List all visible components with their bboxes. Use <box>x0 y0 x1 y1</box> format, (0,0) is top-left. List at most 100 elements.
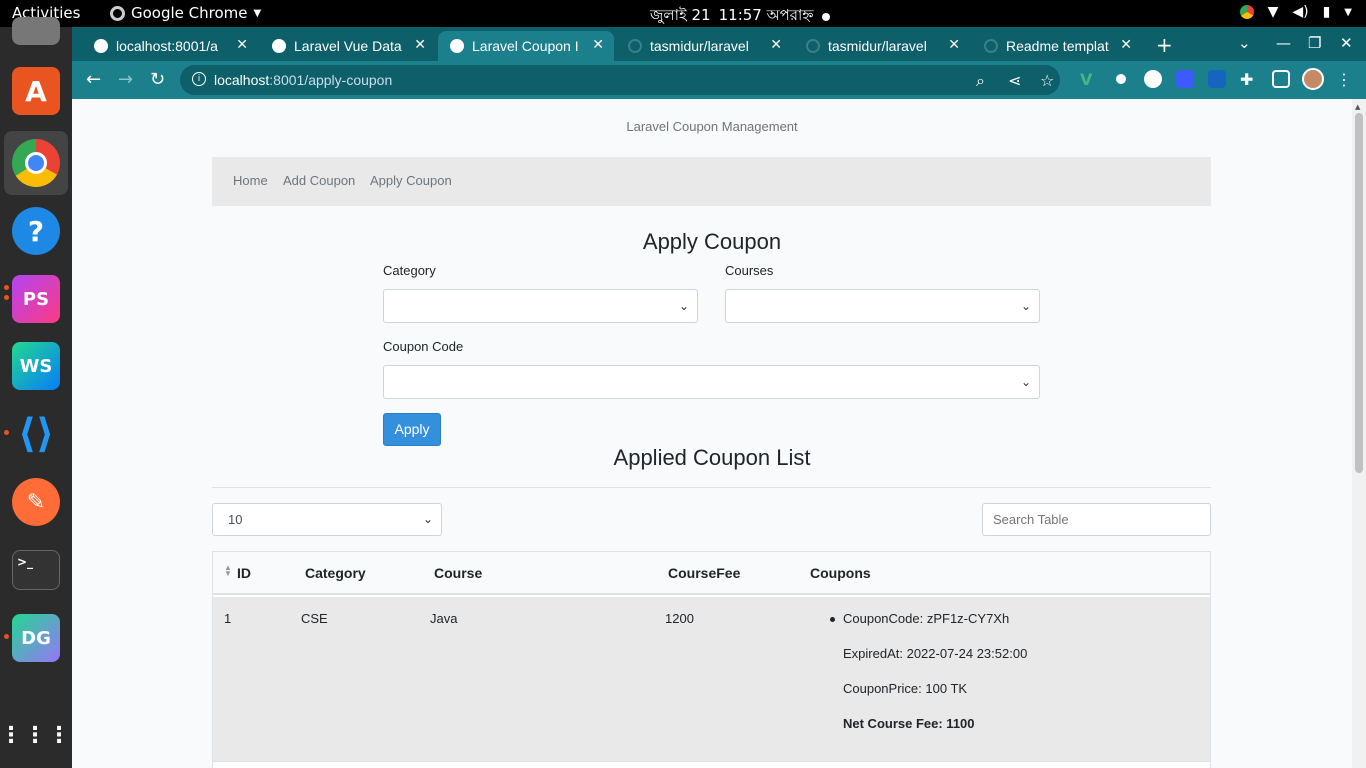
volume-icon: ◀) <box>1292 4 1309 20</box>
cell-coursefee: 1200 <box>665 611 694 626</box>
clock[interactable]: জুলাই 21 11:57 অপরাহ্ন <box>650 4 830 29</box>
browser-toolbar: ← → ↻ i localhost:8001/apply-coupon ⌕ ⋖ … <box>72 61 1366 99</box>
files-dock-icon[interactable] <box>12 17 60 45</box>
column-header-category[interactable]: Category <box>305 565 366 581</box>
browser-tab[interactable]: Readme templat ✕ <box>972 31 1142 61</box>
help-icon[interactable]: ? <box>12 207 60 255</box>
browser-tab[interactable]: tasmidur/laravel ✕ <box>616 31 792 61</box>
column-header-course[interactable]: Course <box>434 565 482 581</box>
page-scrollbar[interactable]: ▲ <box>1352 99 1366 768</box>
github-icon <box>628 39 642 53</box>
chevron-down-icon: ⌄ <box>422 512 433 526</box>
globe-icon <box>94 39 108 53</box>
running-indicator <box>4 295 9 300</box>
wifi-icon: ▼ <box>1267 4 1279 20</box>
sort-icon[interactable]: ▲ ▼ <box>224 564 232 578</box>
app-name: Google Chrome <box>131 4 248 22</box>
courses-select[interactable]: ⌄ <box>725 289 1040 323</box>
battery-icon: ▮ <box>1322 4 1331 20</box>
share-icon[interactable]: ⋖ <box>1008 71 1021 90</box>
info-icon[interactable]: i <box>192 72 206 86</box>
maximize-button[interactable]: ❐ <box>1308 34 1321 52</box>
category-select[interactable]: ⌄ <box>383 289 698 323</box>
webstorm-icon[interactable]: WS <box>12 342 60 390</box>
browser-tab[interactable]: tasmidur/laravel ✕ <box>794 31 970 61</box>
expired-at-text: ExpiredAt: 2022-07-24 23:52:00 <box>843 646 1028 661</box>
table-header: ▲ ▼ ID Category Course CourseFee Coupons <box>213 552 1210 595</box>
close-icon[interactable]: ✕ <box>592 36 604 53</box>
per-page-select[interactable]: 10 ⌄ <box>212 503 442 536</box>
url-text[interactable]: localhost:8001/apply-coupon <box>214 72 392 88</box>
bookmark-star-icon[interactable]: ☆ <box>1040 71 1054 90</box>
close-icon[interactable]: ✕ <box>770 36 782 53</box>
search-input[interactable] <box>982 503 1211 536</box>
new-tab-button[interactable]: + <box>1156 33 1173 57</box>
browser-tab[interactable]: localhost:8001/a ✕ <box>82 31 258 61</box>
scrollbar-thumb[interactable] <box>1355 113 1363 473</box>
app-menu[interactable]: Google Chrome ▼ <box>110 4 261 22</box>
category-label: Category <box>383 263 436 278</box>
close-icon[interactable]: ✕ <box>1120 36 1132 53</box>
column-header-coupons[interactable]: Coupons <box>810 565 871 581</box>
menu-icon[interactable]: ⋮ <box>1336 70 1354 89</box>
page-title: Apply Coupon <box>642 229 782 254</box>
scroll-up-icon[interactable]: ▲ <box>1355 103 1360 111</box>
software-center-icon[interactable]: A <box>12 67 60 115</box>
globe-icon <box>272 39 286 53</box>
coupon-code-select[interactable]: ⌄ <box>383 365 1040 399</box>
postman-icon[interactable]: ✎ <box>12 478 60 526</box>
nav-home-link[interactable]: Home <box>233 173 268 188</box>
datagrip-icon[interactable]: DG <box>12 614 60 662</box>
nav-apply-coupon-link[interactable]: Apply Coupon <box>370 173 452 188</box>
browser-tab[interactable]: Laravel Vue Data ✕ <box>260 31 436 61</box>
tab-strip: localhost:8001/a ✕ Laravel Vue Data ✕ La… <box>72 27 1366 61</box>
extension-icon[interactable] <box>1176 70 1194 88</box>
clock-date: জুলাই 21 <box>650 6 711 24</box>
list-bullet <box>830 617 835 622</box>
column-header-id[interactable]: ID <box>237 565 251 581</box>
close-icon[interactable]: ✕ <box>414 36 426 53</box>
brand-title[interactable]: Laravel Coupon Management <box>72 119 1352 134</box>
close-icon[interactable]: ✕ <box>236 36 248 53</box>
extension-icon[interactable] <box>1144 70 1162 88</box>
coupon-table: ▲ ▼ ID Category Course CourseFee Coupons … <box>212 551 1211 768</box>
courses-label: Courses <box>725 263 774 278</box>
puzzle-icon[interactable]: ✚ <box>1240 70 1258 89</box>
show-apps-icon[interactable]: ⋮⋮⋮ <box>0 711 70 759</box>
minimize-button[interactable]: — <box>1276 34 1291 52</box>
phpstorm-icon[interactable]: PS <box>12 275 60 323</box>
table-row[interactable]: 1 CSE Java 1200 CouponCode: zPF1z-CY7Xh … <box>213 597 1210 762</box>
vue-devtools-icon[interactable]: V <box>1080 70 1098 89</box>
vscode-icon[interactable]: ⟨⟩ <box>12 410 60 458</box>
extension-icon[interactable] <box>1208 70 1226 88</box>
page-content: Laravel Coupon Management Home Add Coupo… <box>72 99 1352 768</box>
chrome-dock-icon[interactable] <box>4 131 68 195</box>
zoom-icon[interactable]: ⌕ <box>976 71 985 91</box>
avatar[interactable] <box>1302 68 1324 90</box>
github-icon <box>984 39 998 53</box>
browser-tab-active[interactable]: Laravel Coupon I ✕ <box>438 31 614 61</box>
coupon-code-label: Coupon Code <box>383 339 464 354</box>
cell-id: 1 <box>224 611 232 626</box>
coupon-code-text: CouponCode: zPF1z-CY7Xh <box>843 611 1010 626</box>
notification-dot-icon <box>821 12 830 21</box>
terminal-icon[interactable]: >_ <box>12 550 60 590</box>
side-panel-icon[interactable] <box>1272 70 1290 88</box>
column-header-coursefee[interactable]: CourseFee <box>668 565 740 581</box>
chevron-down-icon: ▼ <box>253 7 262 19</box>
close-window-button[interactable]: ✕ <box>1340 34 1353 52</box>
nav-add-coupon-link[interactable]: Add Coupon <box>283 173 355 188</box>
forward-button[interactable]: → <box>118 69 133 90</box>
system-tray[interactable]: ▼ ◀) ▮ ▼ <box>1239 4 1352 20</box>
net-course-fee-text: Net Course Fee: 1100 <box>843 716 975 731</box>
extension-icon[interactable] <box>1112 70 1130 88</box>
close-icon[interactable]: ✕ <box>948 36 960 53</box>
reload-button[interactable]: ↻ <box>150 69 165 90</box>
coupon-price-text: CouponPrice: 100 TK <box>843 681 968 696</box>
list-title: Applied Coupon List <box>613 445 811 470</box>
back-button[interactable]: ← <box>86 69 101 90</box>
address-bar[interactable]: i localhost:8001/apply-coupon ⌕ ⋖ ☆ <box>180 65 1060 95</box>
tab-search-icon[interactable]: ⌄ <box>1238 34 1251 52</box>
system-top-bar: Activities Google Chrome ▼ জুলাই 21 11:5… <box>0 0 1366 27</box>
apply-button[interactable]: Apply <box>383 413 441 446</box>
